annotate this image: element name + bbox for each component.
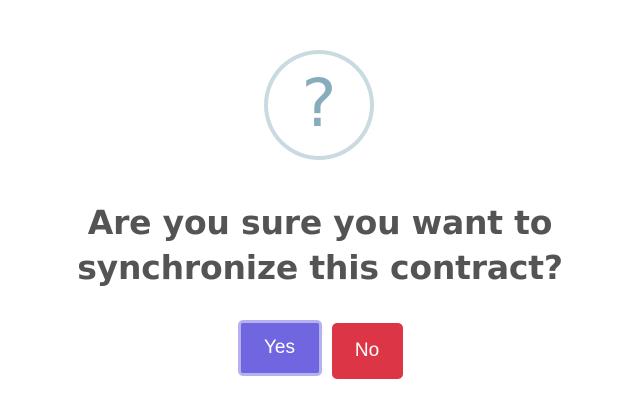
no-button[interactable]: No [331,323,403,379]
question-mark-glyph: ? [301,65,337,142]
dialog-title: Are you sure you want to synchronize thi… [77,203,563,287]
yes-button[interactable]: Yes [237,320,322,376]
confirm-dialog: ? Are you sure you want to synchronize t… [0,0,640,409]
question-mark-icon: ? [264,50,374,160]
dialog-actions: Yes No [0,320,640,379]
